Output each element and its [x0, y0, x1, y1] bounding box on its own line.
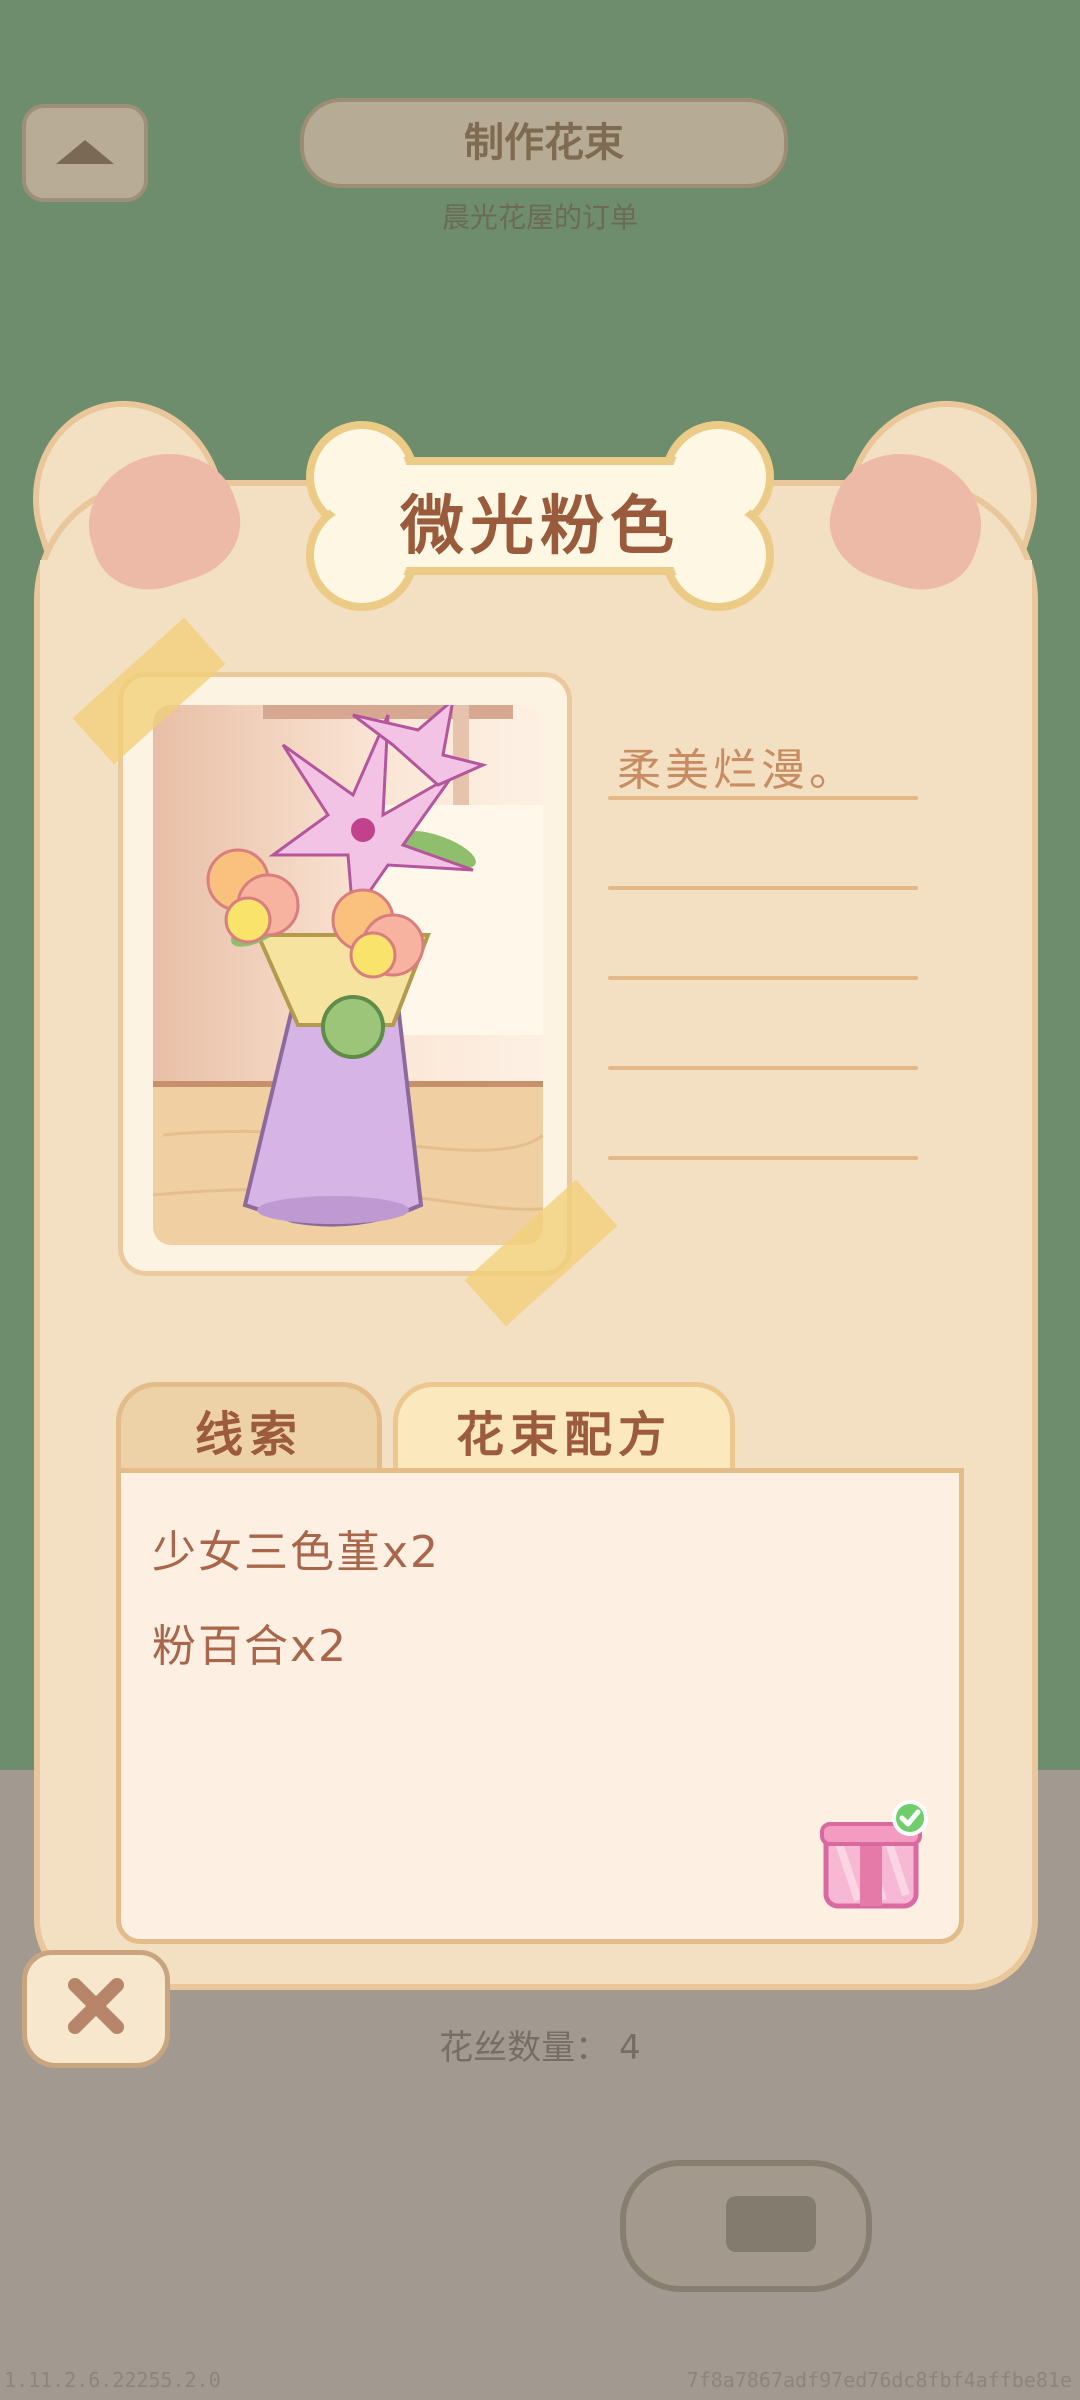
background-action-icon — [726, 2196, 816, 2252]
bouquet-description: 柔美烂漫。 — [617, 745, 857, 796]
version-text: 1.11.2.6.22255.2.0 — [4, 2368, 221, 2392]
note-line — [608, 886, 918, 890]
close-icon — [68, 1978, 124, 2034]
build-hash-text: 7f8a7867adf97ed76dc8fbf4affbe81e — [686, 2368, 1072, 2392]
note-line — [608, 796, 918, 800]
flower-count-value: 4 — [619, 2028, 641, 2068]
recipe-item: 少女三色堇x2 — [152, 1527, 441, 1578]
home-icon — [56, 140, 114, 164]
screen-subtitle: 晨光花屋的订单 — [441, 201, 638, 234]
recipe-item: 粉百合x2 — [152, 1621, 349, 1672]
check-icon — [892, 1800, 928, 1836]
gift-icon[interactable] — [818, 1800, 928, 1910]
note-line — [608, 1066, 918, 1070]
tab-clues[interactable]: 线索 — [116, 1382, 382, 1472]
background-action-button[interactable] — [620, 2160, 872, 2292]
close-button[interactable] — [22, 1950, 170, 2068]
note-line — [608, 1156, 918, 1160]
screen-title: 制作花束 — [300, 98, 788, 188]
flower-count-label: 花丝数量： — [439, 2028, 610, 2068]
note-line — [608, 976, 918, 980]
tab-recipe[interactable]: 花束配方 — [393, 1382, 735, 1472]
home-button[interactable] — [22, 104, 148, 202]
bouquet-image — [153, 705, 543, 1245]
bouquet-title: 微光粉色 — [400, 490, 680, 564]
